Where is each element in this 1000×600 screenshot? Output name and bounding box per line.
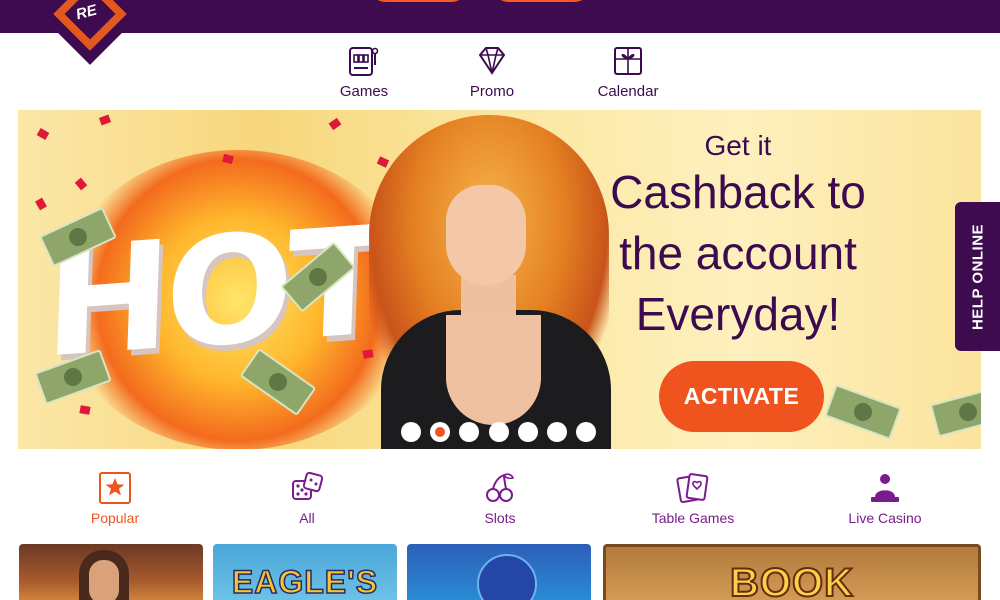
- banner-line-3: the account: [619, 227, 857, 279]
- confetti-piece: [328, 117, 342, 131]
- nav-item-label: Calendar: [597, 83, 659, 100]
- carousel-dot[interactable]: [547, 422, 567, 442]
- top-header-bar: [0, 0, 1000, 33]
- model-chest: [446, 315, 541, 425]
- nav-item-label: Games: [339, 83, 389, 100]
- confetti-piece: [79, 405, 91, 415]
- model-face: [446, 185, 526, 285]
- carousel-dot[interactable]: [576, 422, 596, 442]
- confetti-piece: [36, 128, 50, 140]
- category-live-casino[interactable]: Live Casino: [825, 471, 945, 526]
- header-register-button[interactable]: [494, 0, 589, 2]
- header-login-button[interactable]: [371, 0, 466, 2]
- game-tile[interactable]: [19, 544, 203, 600]
- cards-icon: [676, 473, 709, 504]
- banner-line-4: Everyday!: [635, 288, 841, 340]
- category-label: Live Casino: [848, 510, 922, 526]
- game-tile[interactable]: BOOK: [603, 544, 981, 600]
- banner-line-2: Cashback to: [610, 166, 866, 218]
- carousel-dot-active[interactable]: [430, 422, 450, 442]
- game-categories: Popular All Slots Table Games Live Casin…: [0, 471, 1000, 531]
- nav-item-games[interactable]: Games: [314, 43, 414, 100]
- money-bill: [824, 384, 902, 440]
- game-tile[interactable]: [407, 544, 591, 600]
- help-online-label: HELP ONLINE: [969, 223, 986, 330]
- game-tile[interactable]: EAGLE'S: [213, 544, 397, 600]
- confetti-piece: [98, 114, 112, 126]
- banner-line-1: Get it: [704, 130, 772, 161]
- dice-icon: [292, 471, 324, 500]
- category-label: Table Games: [651, 510, 735, 526]
- game-title: BOOK: [729, 560, 854, 600]
- category-table-games[interactable]: Table Games: [633, 471, 753, 526]
- carousel-dot[interactable]: [489, 422, 509, 442]
- slot-machine-icon: [349, 47, 379, 76]
- banner-headline: Get it Cashback to the account Everyday!: [578, 130, 898, 345]
- category-all[interactable]: All: [247, 471, 367, 526]
- promo-banner[interactable]: HOT Get it Cashback to the account Every…: [18, 110, 981, 449]
- diamond-icon: [478, 47, 506, 75]
- money-bill: [929, 386, 981, 438]
- confetti-piece: [35, 197, 47, 211]
- gift-calendar-icon: [614, 47, 642, 75]
- nav-item-promo[interactable]: Promo: [442, 43, 542, 100]
- cherry-icon: [486, 473, 515, 502]
- help-online-tab[interactable]: HELP ONLINE: [955, 202, 1000, 351]
- activate-button[interactable]: ACTIVATE: [659, 361, 824, 432]
- category-label: All: [299, 510, 315, 526]
- game-character-face: [89, 560, 119, 600]
- nav-item-calendar[interactable]: Calendar: [578, 43, 678, 100]
- category-popular[interactable]: Popular: [55, 471, 175, 526]
- star-icon: [99, 472, 131, 504]
- category-label: Popular: [90, 510, 140, 526]
- category-slots[interactable]: Slots: [440, 471, 560, 526]
- confetti-piece: [74, 177, 88, 191]
- nav-item-label: Promo: [469, 83, 515, 100]
- carousel-dot[interactable]: [518, 422, 538, 442]
- carousel-dot[interactable]: [459, 422, 479, 442]
- dealer-icon: [871, 474, 899, 502]
- top-navigation: Games Promo Calendar: [0, 43, 1000, 103]
- category-label: Slots: [484, 510, 516, 526]
- game-character: [477, 554, 537, 600]
- game-title: EAGLE'S: [231, 563, 379, 600]
- carousel-dot[interactable]: [401, 422, 421, 442]
